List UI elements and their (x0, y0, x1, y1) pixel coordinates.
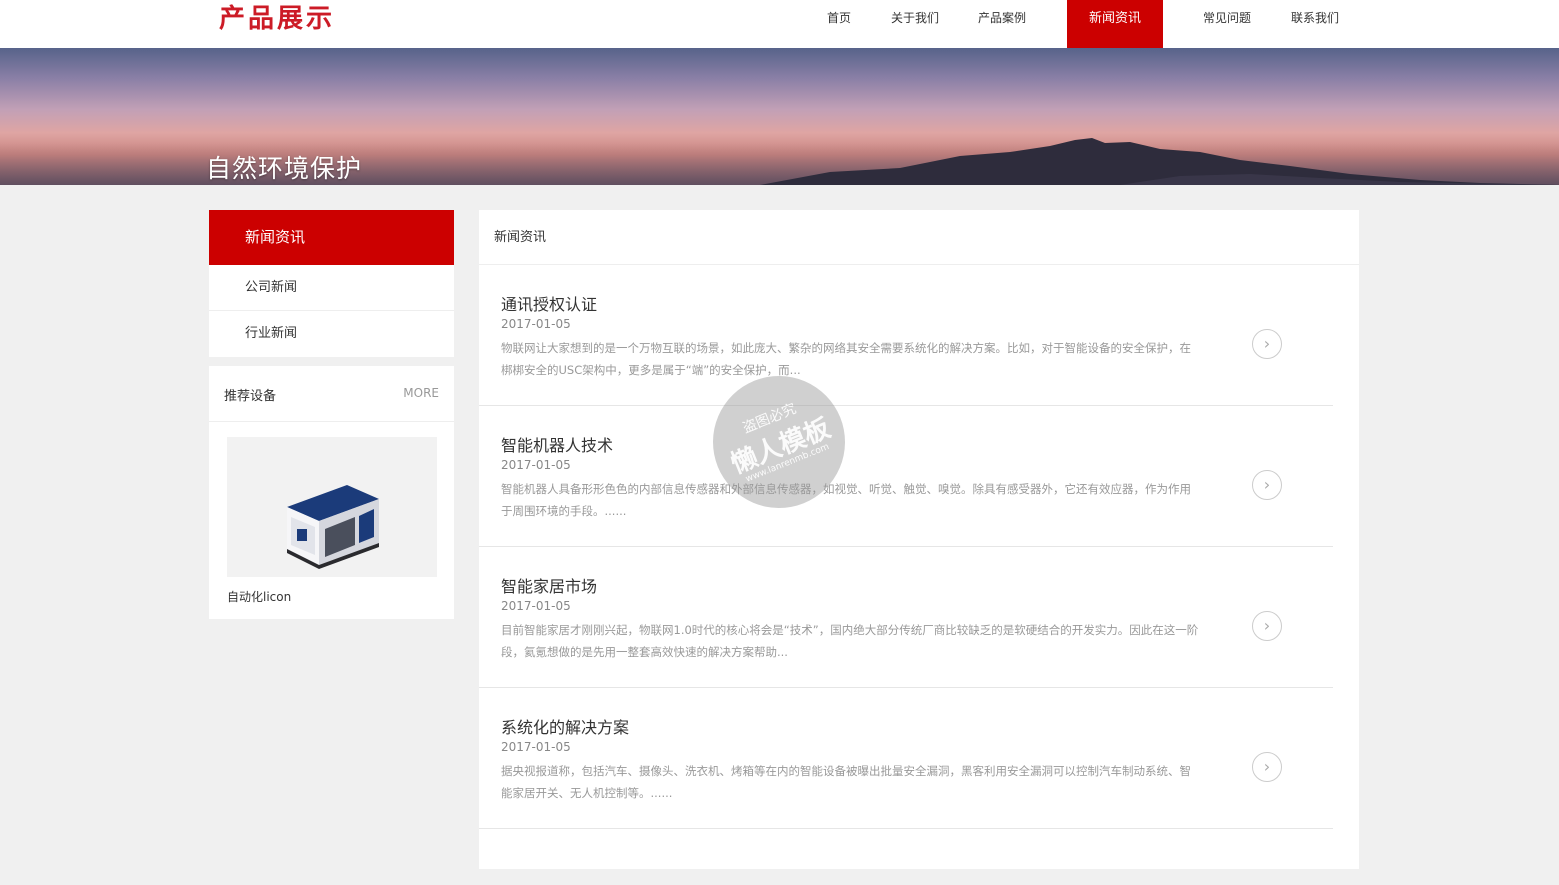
site-logo[interactable]: 产品展示 (219, 4, 335, 34)
news-date: 2017-01-05 (501, 458, 571, 472)
news-heading: 新闻资讯 (479, 210, 1359, 265)
news-date: 2017-01-05 (501, 317, 571, 331)
chevron-right-circle-icon[interactable]: › (1252, 329, 1282, 359)
recommend-panel: 推荐设备 MORE 自动化licon (209, 366, 454, 619)
news-main-panel: 新闻资讯 通讯授权认证 2017-01-05 物联网让大家想到的是一个万物互联的… (479, 210, 1359, 869)
banner-title: 自然环境保护 (206, 154, 363, 183)
news-summary: 据央视报道称，包括汽车、摄像头、洗衣机、烤箱等在内的智能设备被曝出批量安全漏洞，… (501, 764, 1191, 800)
nav-item-contact[interactable]: 联系我们 (1284, 0, 1346, 48)
nav-item-faq[interactable]: 常见问题 (1197, 0, 1257, 48)
more-link[interactable]: MORE (403, 386, 439, 400)
nav-item-about[interactable]: 关于我们 (885, 0, 945, 48)
recommend-title: 推荐设备 (224, 389, 277, 404)
recommend-header: 推荐设备 MORE (209, 366, 454, 422)
machine-icon (287, 485, 379, 569)
news-item[interactable]: 智能家居市场 2017-01-05 目前智能家居才刚刚兴起，物联网1.0时代的核… (479, 547, 1333, 688)
sidebar-nav: 新闻资讯 公司新闻 行业新闻 (209, 210, 454, 357)
hero-banner: 自然环境保护 (0, 48, 1559, 185)
sidebar-item-industry-news[interactable]: 行业新闻 (209, 311, 454, 357)
news-summary: 智能机器人具备形形色色的内部信息传感器和外部信息传感器，如视觉、听觉、触觉、嗅觉… (501, 482, 1191, 518)
chevron-right-circle-icon[interactable]: › (1252, 752, 1282, 782)
product-image[interactable] (227, 437, 437, 577)
chevron-right-circle-icon[interactable]: › (1252, 611, 1282, 641)
news-date: 2017-01-05 (501, 599, 571, 613)
news-title[interactable]: 通讯授权认证 (501, 291, 597, 315)
news-item[interactable]: 智能机器人技术 2017-01-05 智能机器人具备形形色色的内部信息传感器和外… (479, 406, 1333, 547)
product-name[interactable]: 自动化licon (227, 588, 291, 605)
nav-item-news[interactable]: 新闻资讯 (1067, 0, 1163, 48)
nav-item-home[interactable]: 首页 (818, 0, 860, 48)
chevron-right-circle-icon[interactable]: › (1252, 470, 1282, 500)
news-date: 2017-01-05 (501, 740, 571, 754)
news-summary: 物联网让大家想到的是一个万物互联的场景，如此庞大、繁杂的网络其安全需要系统化的解… (501, 341, 1191, 377)
news-item[interactable]: 通讯授权认证 2017-01-05 物联网让大家想到的是一个万物互联的场景，如此… (479, 265, 1333, 406)
sidebar-header[interactable]: 新闻资讯 (209, 210, 454, 265)
nav-item-cases[interactable]: 产品案例 (972, 0, 1032, 48)
news-item[interactable]: 系统化的解决方案 2017-01-05 据央视报道称，包括汽车、摄像头、洗衣机、… (479, 688, 1333, 829)
news-summary: 目前智能家居才刚刚兴起，物联网1.0时代的核心将会是“技术”，国内绝大部分传统厂… (501, 623, 1199, 659)
site-header: 产品展示 首页 关于我们 产品案例 新闻资讯 常见问题 联系我们 (0, 0, 1559, 48)
news-title[interactable]: 智能机器人技术 (501, 432, 613, 456)
sidebar-item-company-news[interactable]: 公司新闻 (209, 265, 454, 311)
news-title[interactable]: 智能家居市场 (501, 573, 597, 597)
news-title[interactable]: 系统化的解决方案 (501, 714, 629, 738)
